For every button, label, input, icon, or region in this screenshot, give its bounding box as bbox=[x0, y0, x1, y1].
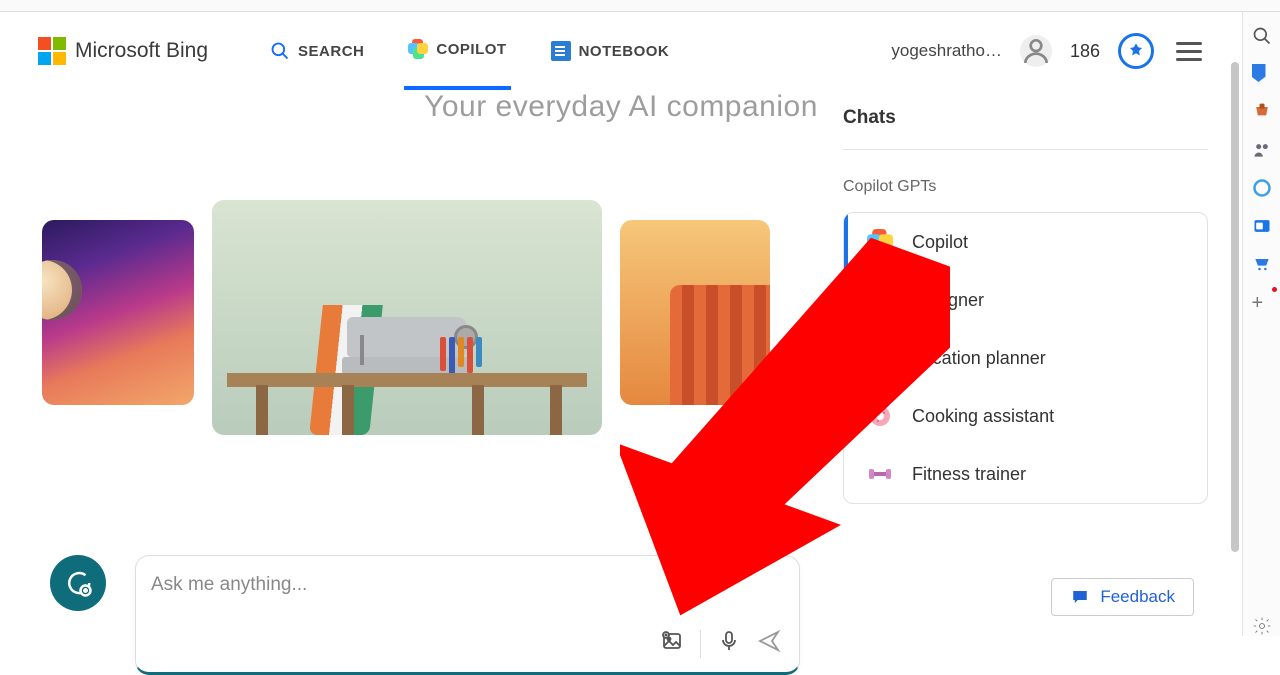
right-panel: Chats Copilot GPTs Copilot Designer Vaca… bbox=[843, 107, 1208, 504]
luggage-icon bbox=[866, 344, 894, 372]
brand-text: Microsoft Bing bbox=[75, 39, 208, 63]
nav-notebook-label: NOTEBOOK bbox=[579, 43, 670, 60]
microsoft-logo-icon bbox=[38, 37, 66, 65]
divider bbox=[843, 149, 1208, 150]
divider bbox=[700, 630, 701, 658]
username[interactable]: yogeshratho… bbox=[891, 41, 1002, 61]
add-image-button[interactable] bbox=[660, 629, 684, 658]
nav-search[interactable]: SEARCH bbox=[266, 12, 368, 90]
chat-icon bbox=[1070, 588, 1090, 606]
suggestion-cards bbox=[42, 200, 770, 435]
gpt-label: Cooking assistant bbox=[912, 406, 1054, 427]
send-button[interactable] bbox=[757, 629, 781, 658]
new-chat-button[interactable] bbox=[50, 555, 106, 611]
page-scrollbar[interactable] bbox=[1231, 62, 1239, 552]
gpt-label: Fitness trainer bbox=[912, 464, 1026, 485]
search-icon bbox=[270, 41, 290, 61]
page: Microsoft Bing SEARCH COPILOT NOTEBOOK y… bbox=[0, 12, 1242, 636]
gpt-item-designer[interactable]: Designer bbox=[844, 271, 1207, 329]
tag-icon[interactable] bbox=[1252, 64, 1272, 84]
nav-notebook[interactable]: NOTEBOOK bbox=[547, 12, 674, 90]
brand[interactable]: Microsoft Bing bbox=[38, 37, 208, 65]
gpt-item-cooking[interactable]: Cooking assistant bbox=[844, 387, 1207, 445]
copilot-app-icon[interactable] bbox=[1252, 178, 1272, 198]
edge-sidebar: + bbox=[1242, 12, 1280, 636]
avatar[interactable] bbox=[1020, 35, 1052, 67]
gpt-label: Vacation planner bbox=[912, 348, 1046, 369]
rewards-badge-icon[interactable] bbox=[1118, 33, 1154, 69]
notebook-icon bbox=[551, 41, 571, 61]
copilot-icon bbox=[408, 39, 428, 59]
card-image-2[interactable] bbox=[212, 200, 602, 435]
nav: SEARCH COPILOT NOTEBOOK bbox=[266, 12, 673, 90]
gpt-label: Copilot bbox=[912, 232, 968, 253]
user-area: yogeshratho… 186 bbox=[891, 33, 1202, 69]
hamburger-menu[interactable] bbox=[1176, 42, 1202, 61]
ask-box bbox=[135, 555, 800, 675]
ask-tools bbox=[660, 629, 781, 658]
search-icon[interactable] bbox=[1252, 26, 1272, 46]
feedback-label: Feedback bbox=[1100, 587, 1175, 607]
designer-icon bbox=[866, 286, 894, 314]
shopping-icon[interactable] bbox=[1252, 102, 1272, 122]
microphone-button[interactable] bbox=[717, 629, 741, 658]
people-icon[interactable] bbox=[1252, 140, 1272, 160]
gpt-item-copilot[interactable]: Copilot bbox=[844, 213, 1207, 271]
gpt-item-vacation[interactable]: Vacation planner bbox=[844, 329, 1207, 387]
gear-icon[interactable] bbox=[1252, 616, 1272, 636]
rewards-points: 186 bbox=[1070, 41, 1100, 62]
chats-title: Chats bbox=[843, 107, 1208, 129]
plus-icon[interactable]: + bbox=[1252, 292, 1272, 312]
nav-copilot-label: COPILOT bbox=[436, 41, 506, 58]
gpt-label: Designer bbox=[912, 290, 984, 311]
copilot-icon bbox=[866, 228, 894, 256]
dumbbell-icon bbox=[866, 460, 894, 488]
feedback-button[interactable]: Feedback bbox=[1051, 578, 1194, 616]
ask-input[interactable] bbox=[151, 574, 784, 596]
donut-icon bbox=[866, 402, 894, 430]
outlook-icon[interactable] bbox=[1252, 216, 1272, 236]
gpts-section-title: Copilot GPTs bbox=[843, 178, 1208, 196]
header: Microsoft Bing SEARCH COPILOT NOTEBOOK y… bbox=[0, 12, 1242, 90]
cart-icon[interactable] bbox=[1252, 254, 1272, 274]
tagline: Your everyday AI companion bbox=[341, 90, 901, 124]
card-image-3[interactable] bbox=[620, 220, 770, 405]
nav-search-label: SEARCH bbox=[298, 43, 364, 60]
browser-chrome-bar bbox=[0, 0, 1280, 12]
gpt-list: Copilot Designer Vacation planner Cookin… bbox=[843, 212, 1208, 504]
gpt-item-fitness[interactable]: Fitness trainer bbox=[844, 445, 1207, 503]
nav-copilot[interactable]: COPILOT bbox=[404, 12, 510, 90]
card-image-1[interactable] bbox=[42, 220, 194, 405]
